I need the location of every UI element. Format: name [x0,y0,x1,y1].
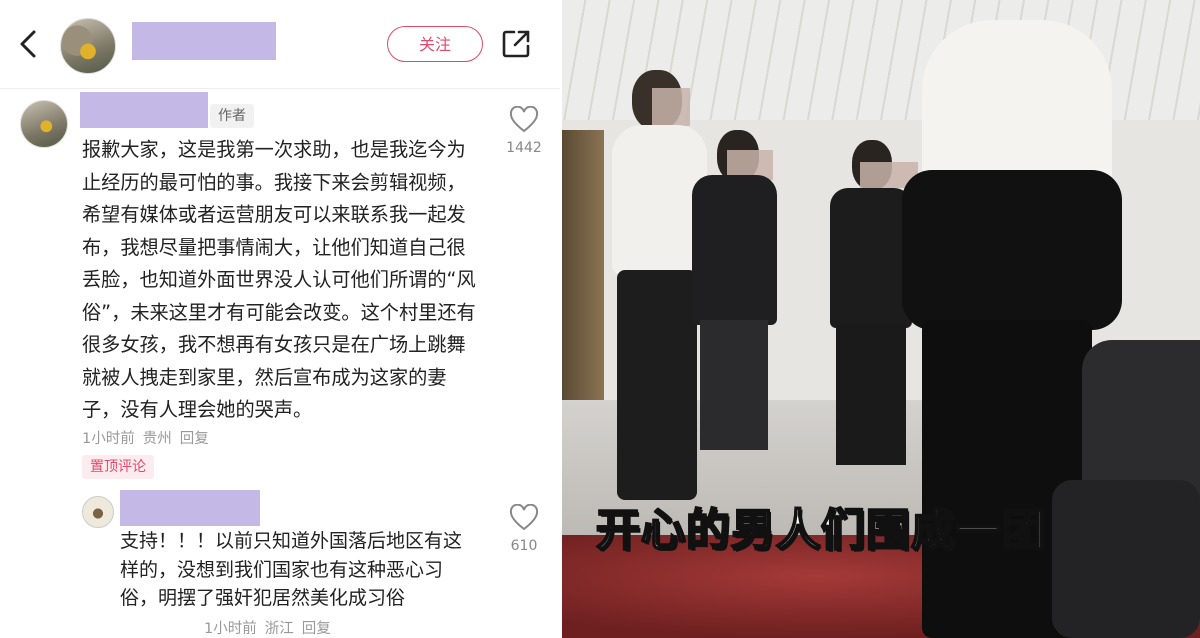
reply-link[interactable]: 回复 [180,431,209,447]
follow-button[interactable]: 关注 [387,26,483,62]
top-bar: 关注 [0,0,560,88]
door [562,130,604,400]
like-button[interactable]: 610 [506,503,542,554]
redacted-username [80,92,208,128]
redacted-username [132,22,276,60]
commenter-avatar[interactable] [20,100,68,148]
like-count: 1442 [506,140,542,156]
divider [0,88,560,89]
share-icon[interactable] [500,28,532,60]
person-silhouette [682,130,782,450]
redacted-username [120,490,260,526]
person-silhouette [1042,300,1200,638]
comment-location: 贵州 [142,431,172,447]
comment-time: 1小时前 [82,431,135,447]
author-badge: 作者 [210,104,254,128]
like-button[interactable]: 1442 [506,105,542,156]
comments-panel: 关注 作者 报歉大家，这是我第一次求助，也是我迄今为止经历的最可怕的事。我接下来… [0,0,560,638]
reply-time: 1小时前 [204,621,257,637]
heart-icon [509,105,539,133]
heart-icon [509,503,539,531]
pinned-badge: 置顶评论 [82,455,154,479]
reply-link[interactable]: 回复 [302,621,331,637]
video-frame: 开心的男人们围成一团 [562,0,1200,638]
reply-text: 支持！！！以前只知道外国落后地区有这样的，没想到我们国家也有这种恶心习俗，明摆了… [120,530,463,609]
comment-meta: 1小时前 贵州 回复 [82,427,217,448]
reply-location: 浙江 [264,621,294,637]
comment-text: 报歉大家，这是我第一次求助，也是我迄今为止经历的最可怕的事。我接下来会剪辑视频，… [82,138,476,421]
back-arrow-icon[interactable] [14,26,44,62]
reply-avatar[interactable] [82,496,114,528]
video-caption: 开心的男人们围成一团 [595,504,1046,557]
reply-meta: 1小时前 浙江 回复 [204,617,339,638]
like-count: 610 [510,538,538,554]
avatar[interactable] [60,18,116,74]
